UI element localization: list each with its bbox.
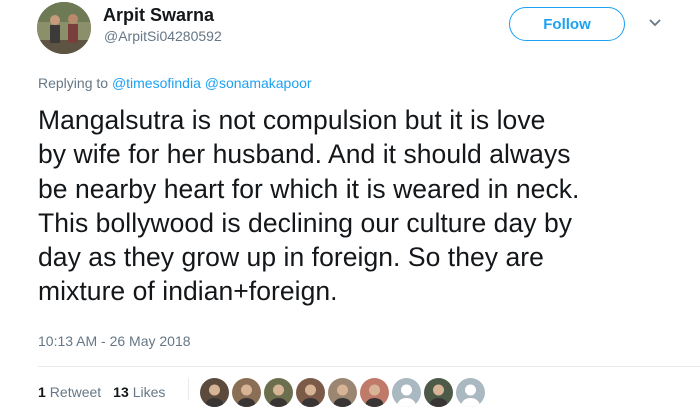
stats-separator — [188, 378, 189, 400]
divider — [38, 366, 700, 367]
tweet-line: be nearby heart for which it is weared i… — [38, 173, 580, 204]
tweet-text: Mangalsutra is not compulsion but it is … — [38, 103, 688, 309]
liker-avatar-5[interactable] — [328, 378, 357, 407]
retweets-stat[interactable]: 1 Retweet — [38, 384, 101, 400]
tweet-line: day as they grow up in foreign. So they … — [38, 242, 544, 273]
tweet-line: mixture of indian+foreign. — [38, 276, 338, 307]
mention-sonamakapoor[interactable]: @sonamakapoor — [205, 75, 312, 91]
likes-stat[interactable]: 13 Likes — [113, 384, 165, 400]
liker-avatar-1[interactable] — [200, 378, 229, 407]
liker-avatar-6[interactable] — [360, 378, 389, 407]
liker-avatar-4[interactable] — [296, 378, 325, 407]
tweet-line: by wife for her husband. And it should a… — [38, 139, 571, 170]
chevron-down-icon[interactable] — [648, 16, 662, 30]
liker-avatar-2[interactable] — [232, 378, 261, 407]
retweets-count: 1 — [38, 384, 46, 400]
replying-to: Replying to @timesofindia @sonamakapoor — [38, 75, 312, 91]
likers-avatars — [200, 378, 485, 407]
author-handle[interactable]: @ArpitSi04280592 — [104, 28, 222, 44]
likes-label: Likes — [132, 384, 166, 400]
retweets-label: Retweet — [49, 384, 102, 400]
tweet-line: This bollywood is declining our culture … — [38, 207, 573, 238]
tweet-stats: 1 Retweet 13 Likes — [38, 384, 165, 400]
liker-avatar-7[interactable] — [392, 378, 421, 407]
follow-button[interactable]: Follow — [509, 7, 625, 41]
liker-avatar-3[interactable] — [264, 378, 293, 407]
replying-prefix: Replying to — [38, 75, 109, 91]
mention-timesofindia[interactable]: @timesofindia — [112, 75, 201, 91]
author-name[interactable]: Arpit Swarna — [103, 5, 214, 26]
liker-avatar-9[interactable] — [456, 378, 485, 407]
likes-count: 13 — [113, 384, 129, 400]
tweet-line: Mangalsutra is not compulsion but it is … — [38, 105, 546, 135]
author-avatar[interactable] — [37, 2, 91, 54]
liker-avatar-8[interactable] — [424, 378, 453, 407]
tweet-timestamp[interactable]: 10:13 AM - 26 May 2018 — [38, 333, 191, 349]
